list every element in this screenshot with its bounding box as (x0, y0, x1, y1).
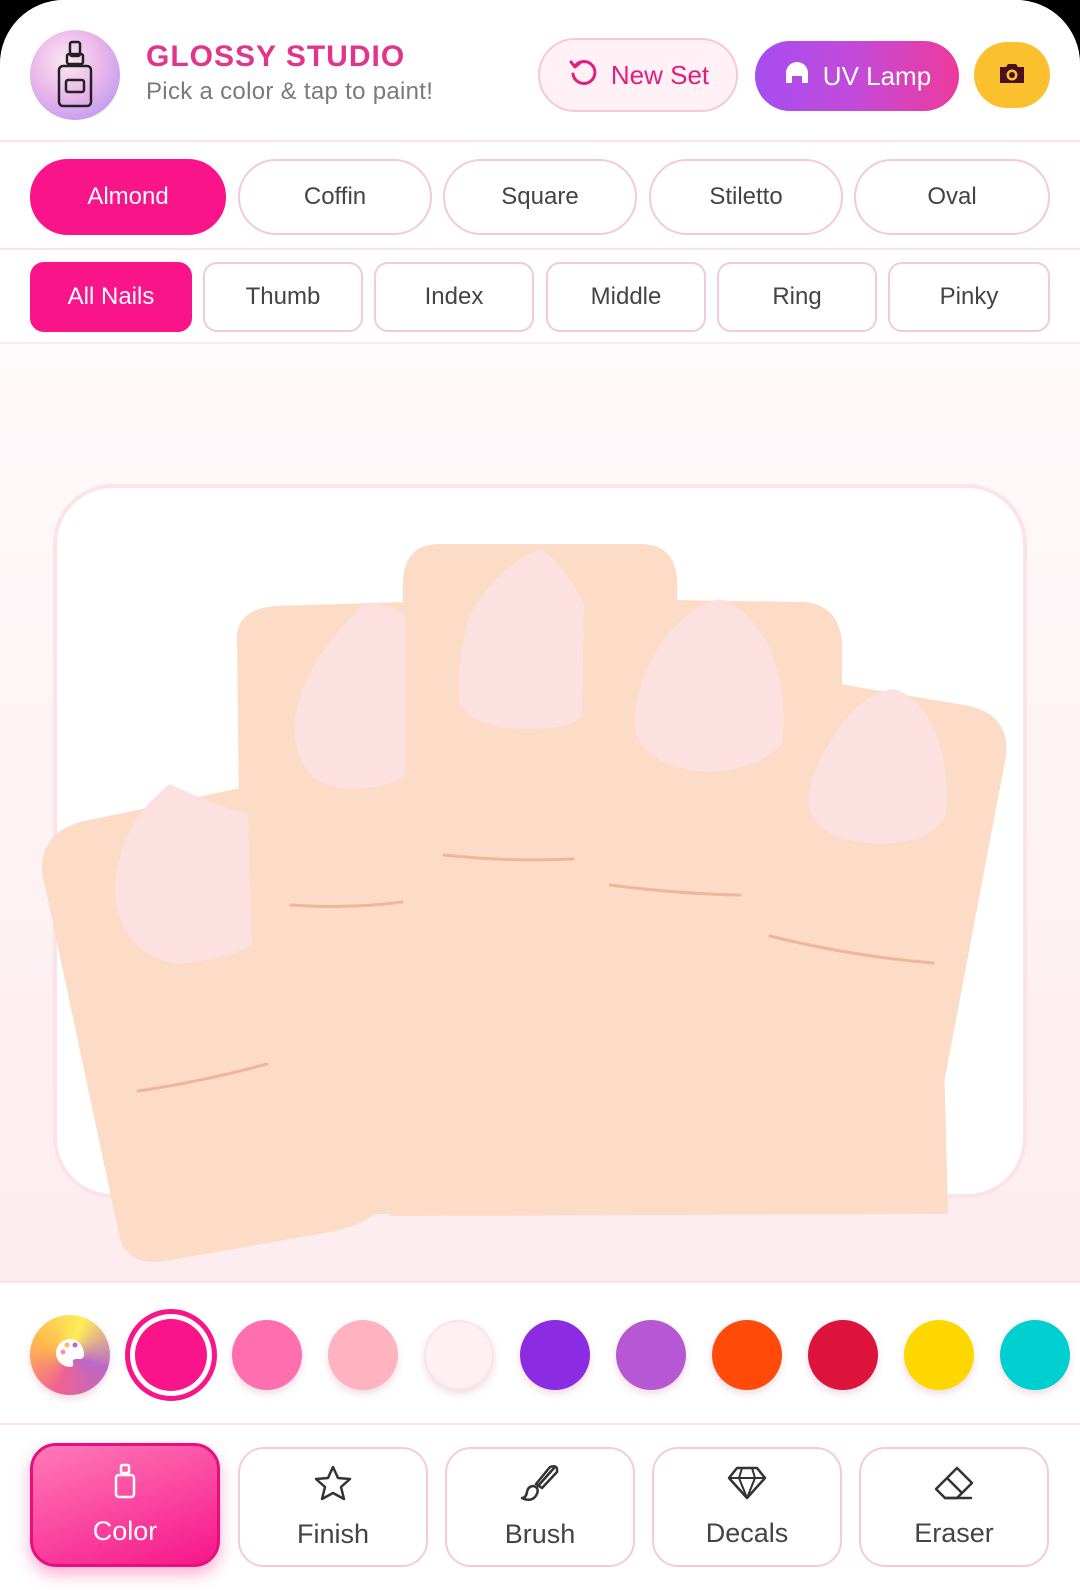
nail-canvas (0, 344, 1080, 1281)
finger-pinky-button[interactable]: Pinky (888, 262, 1050, 332)
tool-decals-label: Decals (705, 1518, 789, 1548)
app-subtitle: Pick a color & tap to paint! (146, 78, 434, 105)
swatch-purple[interactable] (520, 1320, 590, 1390)
tool-color-label: Color (92, 1516, 158, 1546)
nail-polish-bottle-icon (30, 30, 120, 120)
swatch-hot-pink[interactable] (125, 1309, 217, 1401)
shape-stiletto-button[interactable]: Stiletto (649, 159, 843, 235)
custom-color-button[interactable] (30, 1315, 110, 1395)
tool-bar: Color Finish Brush Decals Eraser (0, 1427, 1080, 1590)
swatch-orange[interactable] (712, 1320, 782, 1390)
shape-almond-button[interactable]: Almond (30, 159, 226, 235)
uv-lamp-label: UV Lamp (822, 60, 932, 91)
finger-thumb-button[interactable]: Thumb (203, 262, 363, 332)
app-screen: GLOSSY STUDIO Pick a color & tap to pain… (0, 0, 1080, 1590)
finger-middle-button[interactable]: Middle (546, 262, 706, 332)
swatch-light-pink[interactable] (328, 1320, 398, 1390)
finger-ring-button[interactable]: Ring (717, 262, 877, 332)
palette-icon (53, 1336, 87, 1375)
swatch-yellow[interactable] (904, 1320, 974, 1390)
hand-illustration (41, 544, 1007, 1263)
app-title: GLOSSY STUDIO (146, 40, 406, 73)
new-set-label: New Set (610, 59, 710, 90)
swatch-turquoise[interactable] (1000, 1320, 1070, 1390)
brush-icon (520, 1464, 560, 1509)
color-palette (0, 1281, 1080, 1425)
tool-brush-button[interactable]: Brush (445, 1447, 635, 1567)
header: GLOSSY STUDIO Pick a color & tap to pain… (0, 0, 1080, 142)
tool-brush-label: Brush (504, 1519, 576, 1549)
finger-all-nails-button[interactable]: All Nails (30, 262, 192, 332)
polish-bottle-icon (111, 1463, 139, 1506)
tool-decals-button[interactable]: Decals (652, 1447, 842, 1567)
shape-square-button[interactable]: Square (443, 159, 637, 235)
tool-finish-label: Finish (296, 1519, 370, 1549)
shape-coffin-button[interactable]: Coffin (238, 159, 432, 235)
finger-selector: All Nails Thumb Index Middle Ring Pinky (0, 252, 1080, 344)
new-set-button[interactable]: New Set (538, 38, 738, 112)
tool-eraser-label: Eraser (914, 1518, 994, 1548)
refresh-icon (567, 56, 599, 95)
camera-icon (997, 60, 1027, 91)
uv-lamp-button[interactable]: UV Lamp (755, 41, 959, 111)
swatch-blush-white[interactable] (424, 1320, 494, 1390)
swatch-pink[interactable] (232, 1320, 302, 1390)
tool-eraser-button[interactable]: Eraser (859, 1447, 1049, 1567)
swatch-orchid[interactable] (616, 1320, 686, 1390)
eraser-icon (933, 1465, 975, 1508)
shape-selector: Almond Coffin Square Stiletto Oval (0, 144, 1080, 250)
tool-color-button[interactable]: Color (30, 1443, 220, 1567)
finger-index-button[interactable]: Index (374, 262, 534, 332)
camera-button[interactable] (974, 42, 1050, 108)
swatch-hot-pink-fill (135, 1319, 207, 1391)
uv-lamp-icon (783, 59, 811, 94)
tool-finish-button[interactable]: Finish (238, 1447, 428, 1567)
diamond-icon (727, 1465, 767, 1508)
shape-oval-button[interactable]: Oval (854, 159, 1050, 235)
swatch-red[interactable] (808, 1320, 878, 1390)
star-icon (313, 1464, 353, 1509)
